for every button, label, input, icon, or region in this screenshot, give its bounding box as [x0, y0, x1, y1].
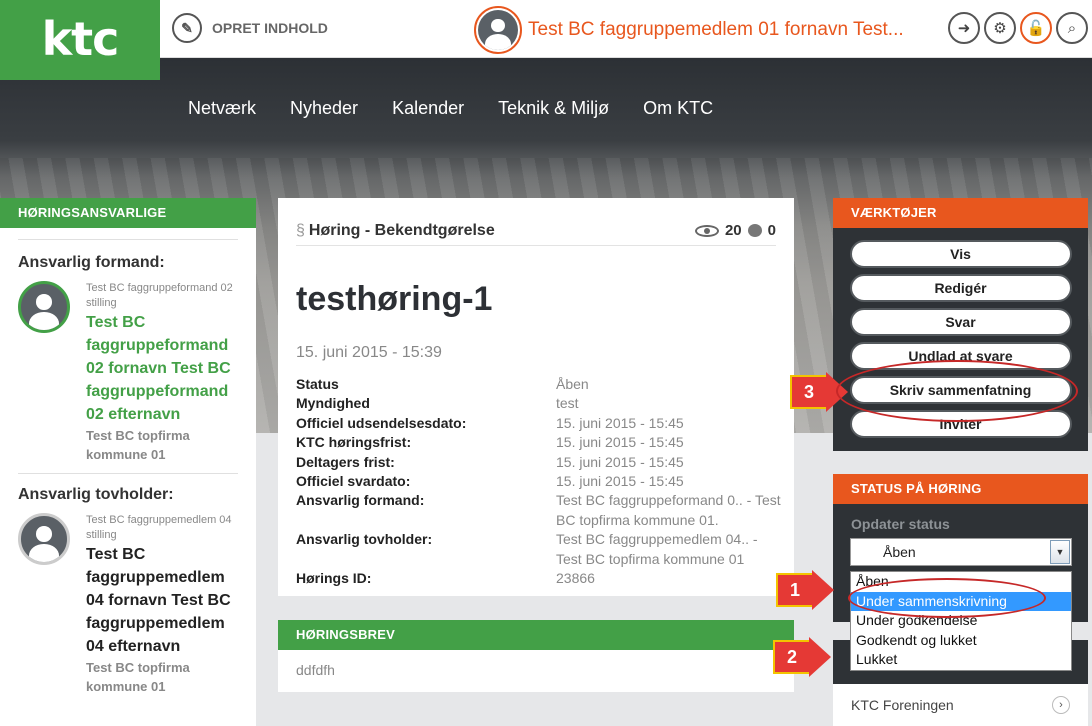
edit-button[interactable]: Redigér: [849, 274, 1072, 302]
callout-arrow: [812, 570, 834, 610]
nav-netvaerk[interactable]: Netværk: [188, 98, 256, 119]
paragraph-icon: §: [296, 221, 305, 239]
detail-row: Officiel svardato: 15. juni 2015 - 15:45: [296, 472, 786, 491]
detail-key: Ansvarlig tovholder:: [296, 531, 433, 548]
hearing-card: § Høring - Bekendtgørelse 20 0 testhøring…: [278, 198, 794, 596]
top-bar: ktc ✎ OPRET INDHOLD Test BC faggruppemed…: [0, 0, 1092, 80]
status-option[interactable]: Lukket: [851, 650, 1071, 670]
letter-body: ddfdfh: [296, 662, 335, 678]
status-select[interactable]: Åben ▼: [850, 538, 1072, 566]
view-count: 20: [724, 222, 742, 239]
hearing-letter: HØRINGSBREV ddfdfh: [278, 620, 794, 692]
gear-icon[interactable]: ⚙: [984, 12, 1016, 44]
detail-row: Status Åben: [296, 375, 786, 394]
link-label: KTC Foreningen: [851, 697, 954, 713]
status-selected-value: Åben: [883, 544, 916, 560]
card-header: § Høring - Bekendtgørelse 20 0: [296, 216, 776, 246]
nav-nyheder[interactable]: Nyheder: [290, 98, 358, 119]
formand-label: Ansvarlig formand:: [18, 254, 165, 271]
ktc-logo[interactable]: ktc: [0, 0, 160, 80]
detail-row: Ansvarlig formand: Test BC faggruppeforma…: [296, 491, 786, 530]
detail-value: 23866: [556, 570, 595, 587]
responsible-heading: HØRINGSANSVARLIGE: [0, 198, 256, 228]
tovholder-role: Test BC faggruppemedlem 04 stilling: [86, 514, 232, 541]
detail-value: 15. juni 2015 - 15:45: [556, 434, 684, 451]
hearing-type: Høring - Bekendtgørelse: [308, 221, 495, 239]
detail-value: Åben: [556, 376, 589, 392]
detail-row: Ansvarlig tovholder: Test BC faggruppemed…: [296, 530, 786, 569]
nav-teknik-miljo[interactable]: Teknik & Miljø: [498, 98, 609, 119]
detail-row: Hørings ID: 23866: [296, 569, 786, 588]
lock-icon[interactable]: 🔓: [1020, 12, 1052, 44]
tovholder-org: Test BC topfirma kommune 01: [86, 660, 190, 694]
detail-key: Myndighed: [296, 395, 370, 412]
nav-om-ktc[interactable]: Om KTC: [643, 98, 713, 119]
avatar[interactable]: [18, 281, 70, 333]
formand-person: Test BC faggruppeformand 02 stilling Tes…: [18, 281, 238, 464]
detail-row: Officiel udsendelsesdato: 15. juni 2015 -…: [296, 414, 786, 433]
tovholder-person: Test BC faggruppemedlem 04 stilling Test…: [18, 513, 238, 696]
callout-arrow: [809, 637, 831, 677]
comment-icon: [747, 224, 762, 237]
user-menu[interactable]: Test BC faggruppemedlem 01 fornavn Test.…: [474, 6, 904, 54]
user-name: Test BC faggruppemedlem 01 fornavn Test.…: [528, 19, 904, 40]
status-heading: STATUS PÅ HØRING: [833, 474, 1088, 504]
eye-icon: [694, 224, 719, 237]
detail-value: 15. juni 2015 - 15:45: [556, 414, 684, 431]
letter-heading: HØRINGSBREV: [278, 620, 794, 650]
download-icon[interactable]: ➜: [948, 12, 980, 44]
status-option[interactable]: Godkendt og lukket: [851, 631, 1071, 651]
detail-row: Myndighed test: [296, 394, 786, 413]
detail-value: 15. juni 2015 - 15:45: [556, 473, 684, 490]
view-button[interactable]: Vis: [849, 240, 1072, 268]
main-nav: Netværk Nyheder Kalender Teknik & Miljø …: [188, 98, 713, 119]
detail-value: test: [556, 395, 579, 412]
ktc-foreningen-link[interactable]: KTC Foreningen ›: [833, 684, 1088, 726]
create-content-button[interactable]: ✎ OPRET INDHOLD: [172, 13, 328, 43]
logo-text: ktc: [41, 12, 120, 66]
highlight-ellipse: [836, 360, 1078, 422]
callout-3: 3: [790, 375, 828, 409]
edit-icon: ✎: [172, 13, 202, 43]
detail-value: 15. juni 2015 - 15:45: [556, 453, 684, 470]
reply-button[interactable]: Svar: [849, 308, 1072, 336]
create-content-label: OPRET INDHOLD: [212, 20, 328, 36]
formand-org: Test BC topfirma kommune 01: [86, 428, 190, 462]
callout-2: 2: [773, 640, 811, 674]
highlight-ellipse: [848, 578, 1046, 618]
hearing-details: Status Åben Myndighed test Officiel udsend…: [296, 375, 786, 588]
hearing-date: 15. juni 2015 - 15:39: [296, 344, 442, 361]
formand-role: Test BC faggruppeformand 02 stilling: [86, 282, 233, 309]
detail-key: Status: [296, 376, 339, 392]
detail-key: Officiel svardato:: [296, 473, 411, 490]
comment-count: 0: [767, 222, 776, 239]
responsible-panel: HØRINGSANSVARLIGE Ansvarlig formand: Tes…: [0, 198, 256, 726]
tools-heading: VÆRKTØJER: [833, 198, 1088, 228]
tovholder-label: Ansvarlig tovholder:: [18, 486, 174, 503]
hearing-title: testhøring-1: [296, 280, 493, 318]
tovholder-name[interactable]: Test BC faggruppemedlem 04 fornavn Test …: [86, 543, 236, 658]
detail-key: KTC høringsfrist:: [296, 434, 412, 451]
nav-kalender[interactable]: Kalender: [392, 98, 464, 119]
callout-1: 1: [776, 573, 814, 607]
search-icon[interactable]: ⌕: [1056, 12, 1088, 44]
user-avatar: [474, 6, 522, 54]
detail-key: Deltagers frist:: [296, 453, 395, 470]
avatar[interactable]: [18, 513, 70, 565]
chevron-right-icon: ›: [1052, 696, 1070, 714]
formand-name[interactable]: Test BC faggruppeformand 02 fornavn Test…: [86, 311, 236, 426]
detail-key: Ansvarlig formand:: [296, 492, 425, 509]
status-label: Opdater status: [851, 516, 950, 532]
chevron-down-icon[interactable]: ▼: [1050, 540, 1070, 564]
detail-row: Deltagers frist: 15. juni 2015 - 15:45: [296, 453, 786, 472]
detail-key: Officiel udsendelsesdato:: [296, 414, 467, 431]
detail-value: Test BC faggruppeformand 0.. - Test BC t…: [556, 492, 781, 528]
detail-value: Test BC faggruppemedlem 04.. - Test BC t…: [556, 531, 758, 567]
detail-row: KTC høringsfrist: 15. juni 2015 - 15:45: [296, 433, 786, 452]
detail-key: Hørings ID:: [296, 570, 372, 587]
